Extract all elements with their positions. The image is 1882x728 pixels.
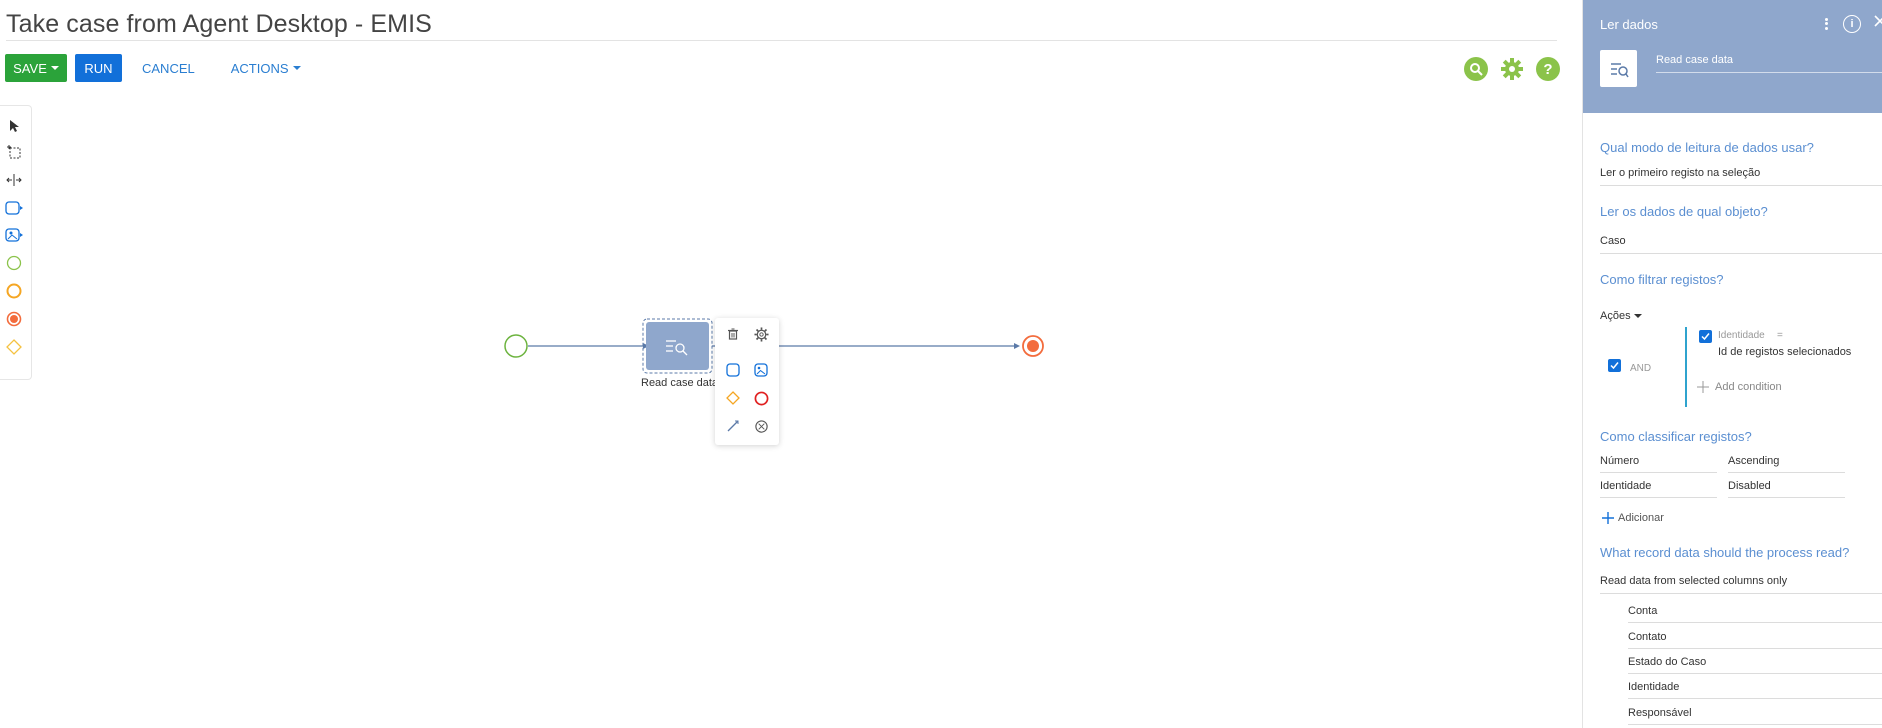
read-mode-question: Qual modo de leitura de dados usar?	[1600, 140, 1814, 155]
column-item[interactable]: Identidade	[1628, 681, 1882, 699]
info-icon[interactable]: i	[1843, 14, 1861, 33]
gateway-icon[interactable]	[723, 388, 743, 408]
sort-direction[interactable]: Ascending	[1728, 455, 1845, 473]
record-data-question: What record data should the process read…	[1600, 545, 1850, 560]
sort-direction[interactable]: Disabled	[1728, 480, 1845, 498]
process-canvas[interactable]: Read case data	[0, 0, 1580, 728]
trash-icon[interactable]	[723, 324, 743, 344]
change-type-icon[interactable]	[751, 416, 771, 436]
element-context-menu	[715, 318, 779, 445]
group-checkbox[interactable]	[1608, 359, 1621, 372]
more-icon[interactable]	[1821, 16, 1831, 32]
plus-icon	[1602, 512, 1614, 524]
add-sort-label: Adicionar	[1618, 512, 1664, 524]
connector-icon[interactable]	[723, 416, 743, 436]
column-item[interactable]: Contato	[1628, 631, 1882, 649]
sort-question: Como classificar registos?	[1600, 429, 1752, 444]
process-designer: Take case from Agent Desktop - EMIS SAVE…	[0, 0, 1882, 728]
add-condition-button[interactable]: Add condition	[1697, 381, 1782, 393]
user-task-icon[interactable]	[751, 360, 771, 380]
end-event-icon[interactable]	[751, 388, 771, 408]
close-icon[interactable]	[1873, 14, 1882, 33]
condition-operator[interactable]: =	[1777, 330, 1783, 341]
add-condition-label: Add condition	[1715, 381, 1782, 393]
read-mode-field[interactable]: Ler o primeiro registo na seleção	[1600, 167, 1882, 186]
flow-arrow	[1014, 343, 1020, 349]
plus-icon	[1697, 381, 1709, 393]
task-shape-icon[interactable]	[723, 360, 743, 380]
acoes-menu[interactable]: Ações	[1600, 310, 1642, 322]
sort-column[interactable]: Número	[1600, 455, 1717, 473]
record-data-field[interactable]: Read data from selected columns only	[1600, 575, 1882, 594]
column-item[interactable]: Conta	[1628, 605, 1882, 623]
group-bracket	[1685, 327, 1687, 407]
panel-title: Ler dados	[1600, 17, 1658, 32]
chevron-down-icon	[1633, 314, 1642, 318]
gear-icon[interactable]	[751, 324, 771, 344]
object-question: Ler os dados de qual objeto?	[1600, 204, 1768, 219]
condition-value[interactable]: Id de registos selecionados	[1718, 346, 1851, 358]
element-type-icon	[1600, 50, 1637, 87]
column-item[interactable]: Estado do Caso	[1628, 656, 1882, 674]
filter-group: AND Identidade = Id de registos selecion…	[1600, 327, 1882, 407]
end-event-fill	[1027, 340, 1039, 352]
task-label: Read case data	[641, 377, 719, 389]
properties-panel: Ler dados i Read case data Qual modo de …	[1582, 0, 1882, 728]
start-event[interactable]	[504, 334, 528, 358]
condition-checkbox[interactable]	[1699, 330, 1712, 343]
element-name-field[interactable]: Read case data	[1656, 54, 1882, 73]
panel-header: Ler dados i Read case data	[1583, 0, 1882, 113]
panel-header-icons: i	[1821, 14, 1882, 33]
column-item[interactable]: Responsável	[1628, 707, 1882, 725]
filter-question: Como filtrar registos?	[1600, 272, 1724, 287]
acoes-label: Ações	[1600, 310, 1631, 322]
add-sort-button[interactable]: Adicionar	[1602, 512, 1664, 524]
diagram-svg	[504, 318, 1044, 374]
object-field[interactable]: Caso	[1600, 235, 1882, 254]
and-operator[interactable]: AND	[1630, 363, 1651, 374]
sort-column[interactable]: Identidade	[1600, 480, 1717, 498]
condition-field[interactable]: Identidade	[1718, 330, 1765, 341]
read-data-task[interactable]	[646, 322, 709, 370]
